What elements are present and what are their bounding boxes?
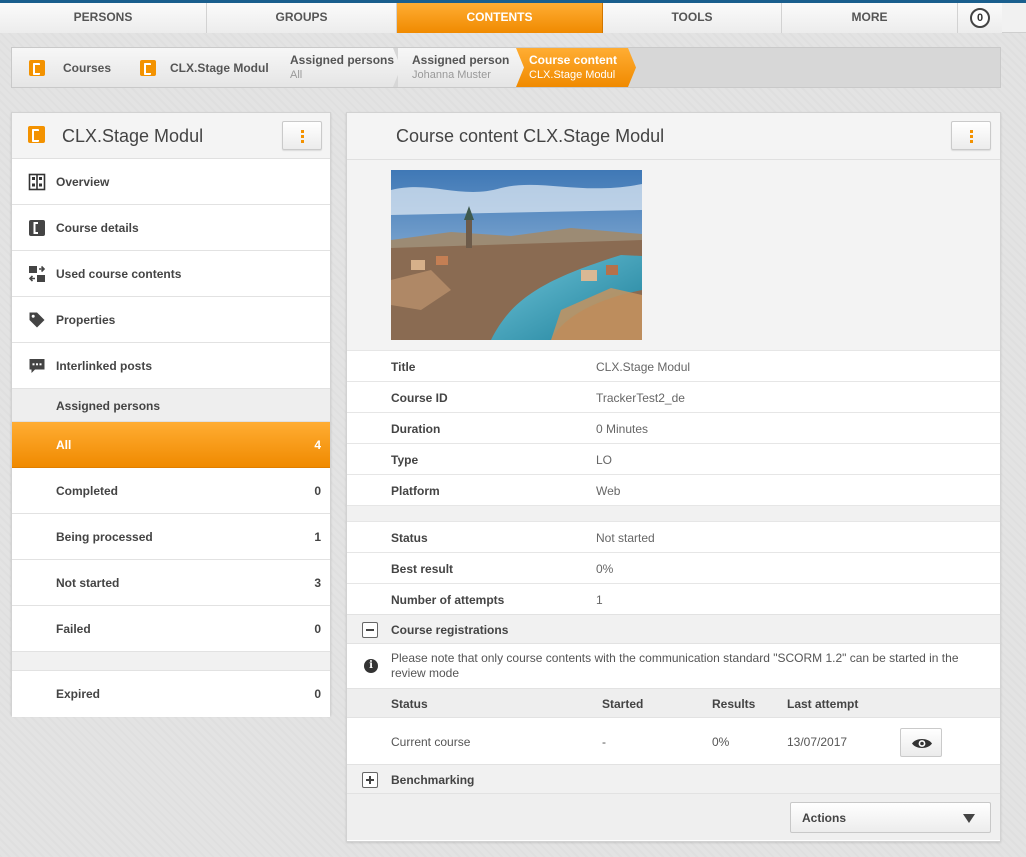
filter-not-started[interactable]: Not started 3 xyxy=(12,560,330,606)
filter-being-processed[interactable]: Being processed 1 xyxy=(12,514,330,560)
nav-tab-more[interactable]: MORE xyxy=(782,3,958,33)
sidebar-item-used-course-contents[interactable]: Used course contents xyxy=(12,251,330,297)
course-thumbnail-image xyxy=(391,170,642,340)
assigned-persons-header: Assigned persons xyxy=(12,389,330,422)
breadcrumb-course-module[interactable]: CLX.Stage Modul xyxy=(120,48,287,87)
section-spacer xyxy=(347,505,1000,521)
nav-tab-tools[interactable]: TOOLS xyxy=(603,3,782,33)
course-icon xyxy=(140,60,156,76)
registrations-table-header: Status Started Results Last attempt xyxy=(347,688,1000,717)
detail-row: Type LO xyxy=(347,443,1000,474)
sidebar-divider xyxy=(12,652,330,671)
detail-row: Duration 0 Minutes xyxy=(347,412,1000,443)
contents-icon xyxy=(28,265,46,282)
eye-icon xyxy=(912,739,932,748)
scorm-note: i Please note that only course contents … xyxy=(347,643,1000,688)
filter-completed[interactable]: Completed 0 xyxy=(12,468,330,514)
sidebar-item-properties[interactable]: Properties xyxy=(12,297,330,343)
nav-tab-persons[interactable]: PERSONS xyxy=(0,3,207,33)
page-title: Course content CLX.Stage Modul xyxy=(396,126,665,146)
count-badge: 0 xyxy=(314,622,321,636)
sidebar-panel: CLX.Stage Modul Overview Course details … xyxy=(11,112,331,717)
breadcrumb-assigned-persons[interactable]: Assigned persons All xyxy=(276,48,401,87)
course-registrations-section[interactable]: Course registrations xyxy=(347,614,1000,643)
content-header: Course content CLX.Stage Modul xyxy=(347,113,1000,160)
actions-dropdown[interactable]: Actions xyxy=(790,802,991,833)
sidebar-item-interlinked-posts[interactable]: Interlinked posts xyxy=(12,343,330,389)
course-icon xyxy=(29,220,45,236)
view-registration-button[interactable] xyxy=(900,728,942,757)
count-badge: 4 xyxy=(314,438,321,452)
expand-icon[interactable] xyxy=(362,772,378,788)
notification-count-badge[interactable]: 0 xyxy=(970,8,990,28)
nav-tab-groups[interactable]: GROUPS xyxy=(207,3,397,33)
filter-failed[interactable]: Failed 0 xyxy=(12,606,330,652)
nav-tab-contents[interactable]: CONTENTS xyxy=(397,3,603,33)
content-menu-button[interactable] xyxy=(951,121,991,150)
comment-icon xyxy=(29,359,45,373)
count-badge: 0 xyxy=(314,687,321,701)
filter-expired[interactable]: Expired 0 xyxy=(12,671,330,717)
overview-grid-icon xyxy=(28,173,46,191)
detail-row: Platform Web xyxy=(347,474,1000,505)
sidebar-item-overview[interactable]: Overview xyxy=(12,159,330,205)
notification-area: 0 xyxy=(958,3,1002,33)
table-row: Current course - 0% 13/07/2017 xyxy=(347,717,1000,764)
collapse-icon[interactable] xyxy=(362,622,378,638)
sidebar-menu-button[interactable] xyxy=(282,121,322,150)
status-row: Number of attempts 1 xyxy=(347,583,1000,614)
detail-row: Title CLX.Stage Modul xyxy=(347,350,1000,381)
breadcrumb-course-content[interactable]: Course content CLX.Stage Modul xyxy=(515,48,636,87)
breadcrumb: Courses CLX.Stage Modul Assigned persons… xyxy=(11,47,1001,88)
course-icon xyxy=(29,60,45,76)
status-list: Status Not started Best result 0% Number… xyxy=(347,521,1000,614)
status-row: Status Not started xyxy=(347,521,1000,552)
top-navigation: PERSONS GROUPS CONTENTS TOOLS MORE 0 xyxy=(0,3,1026,33)
sidebar-title: CLX.Stage Modul xyxy=(62,126,204,146)
count-badge: 3 xyxy=(314,576,321,590)
panel-footer: Actions xyxy=(347,793,1000,840)
thumbnail-area xyxy=(347,160,1000,350)
tag-icon xyxy=(29,312,45,328)
breadcrumb-assigned-person[interactable]: Assigned person Johanna Muster xyxy=(398,48,524,87)
course-details-list: Title CLX.Stage Modul Course ID TrackerT… xyxy=(347,350,1000,505)
breadcrumb-courses[interactable]: Courses xyxy=(12,48,128,87)
content-panel: Course content CLX.Stage Modul Title CLX… xyxy=(346,112,1001,842)
caret-down-icon xyxy=(963,814,975,823)
course-icon xyxy=(28,126,45,143)
status-row: Best result 0% xyxy=(347,552,1000,583)
filter-all[interactable]: All 4 xyxy=(12,422,330,468)
count-badge: 1 xyxy=(314,530,321,544)
sidebar-item-course-details[interactable]: Course details xyxy=(12,205,330,251)
benchmarking-section[interactable]: Benchmarking xyxy=(347,764,1000,793)
info-icon: i xyxy=(364,659,378,673)
count-badge: 0 xyxy=(314,484,321,498)
sidebar-header: CLX.Stage Modul xyxy=(12,113,330,159)
detail-row: Course ID TrackerTest2_de xyxy=(347,381,1000,412)
